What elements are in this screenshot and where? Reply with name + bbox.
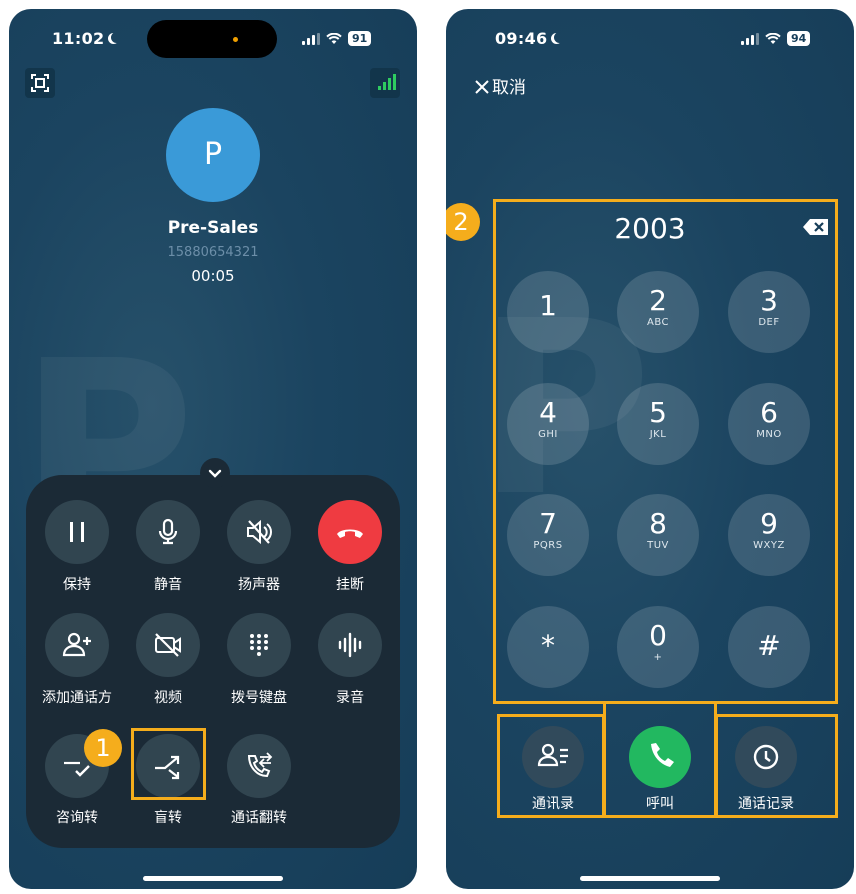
contact-name: Pre-Sales — [167, 218, 259, 238]
transfer-dialpad-screen: P 09:46 94 取消 2003 1 2 ABC 3 DEF 4 GHI 5 JKL 6 MNO… — [446, 9, 854, 889]
keypad-button[interactable] — [227, 613, 291, 677]
hangup-button[interactable] — [318, 500, 382, 564]
keypad-icon — [250, 634, 268, 656]
speaker-off-icon — [247, 519, 272, 545]
in-call-screen: P 11:02 91 P Pre-Sales 15880654321 00:05… — [9, 9, 417, 889]
callout-badge: 1 — [84, 729, 122, 767]
hangup-icon — [337, 529, 363, 538]
cellular-signal-icon — [302, 32, 320, 45]
blind-transfer-highlight — [131, 728, 206, 800]
dialpad-highlight — [493, 199, 838, 704]
hold-button[interactable] — [45, 500, 109, 564]
record-label: 录音 — [336, 690, 364, 706]
record-button[interactable] — [318, 613, 382, 677]
pause-icon — [70, 522, 84, 542]
minimize-icon[interactable] — [25, 68, 55, 98]
add-participant-button[interactable] — [45, 613, 109, 677]
speaker-button[interactable] — [227, 500, 291, 564]
status-time: 09:46 — [495, 29, 562, 48]
microphone-icon — [158, 518, 178, 545]
highlight-connector — [603, 701, 717, 818]
battery-indicator: 91 — [348, 31, 372, 46]
add-person-icon — [62, 632, 91, 657]
call-flip-button[interactable] — [227, 734, 291, 798]
wifi-icon — [765, 32, 781, 44]
call-flip-label: 通话翻转 — [231, 810, 287, 826]
call-duration: 00:05 — [191, 267, 235, 285]
hangup-label: 挂断 — [336, 577, 364, 593]
status-icons: 94 — [741, 31, 811, 46]
signal-quality-icon[interactable] — [370, 68, 400, 98]
contact-number: 15880654321 — [167, 245, 259, 260]
contacts-highlight — [497, 714, 605, 818]
cancel-button[interactable]: 取消 — [475, 73, 526, 98]
contact-avatar: P — [166, 108, 260, 202]
call-flip-icon — [247, 752, 273, 778]
wifi-icon — [326, 32, 342, 44]
home-indicator — [580, 876, 720, 881]
dynamic-island — [147, 20, 277, 58]
cellular-signal-icon — [741, 32, 759, 45]
call-history-highlight — [715, 714, 838, 818]
home-indicator — [143, 876, 283, 881]
waveform-icon — [338, 632, 362, 658]
video-off-icon — [155, 633, 181, 657]
battery-indicator: 94 — [787, 31, 811, 46]
video-button[interactable] — [136, 613, 200, 677]
status-icons: 91 — [302, 31, 372, 46]
chevron-down-icon[interactable] — [200, 458, 230, 488]
status-time: 11:02 — [52, 29, 119, 48]
mute-button[interactable] — [136, 500, 200, 564]
close-icon — [475, 80, 489, 94]
